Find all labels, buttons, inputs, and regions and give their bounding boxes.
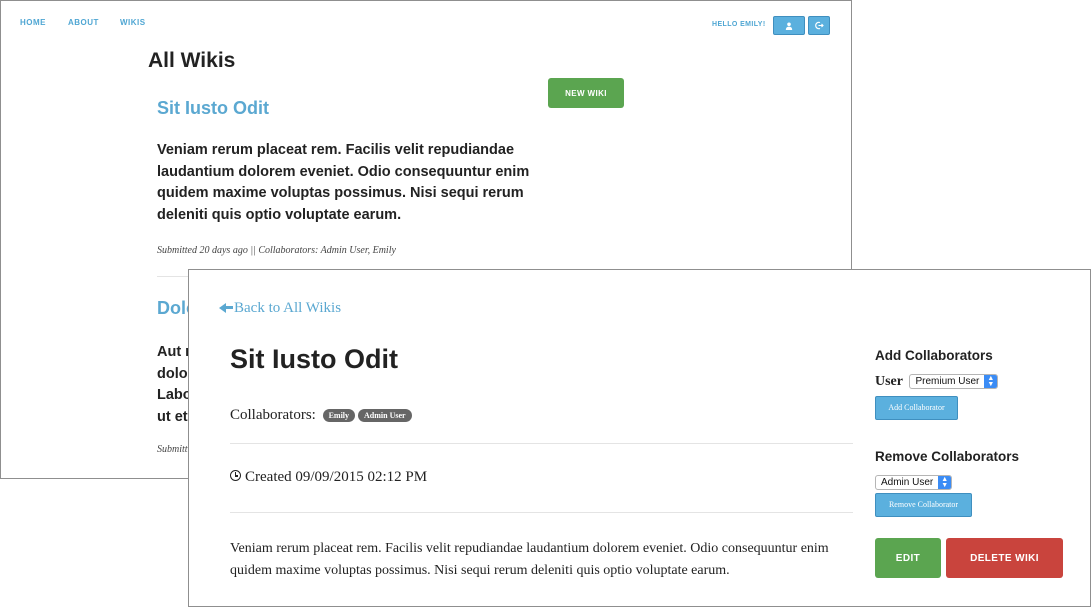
divider	[230, 443, 853, 444]
nav-wikis-link[interactable]: WIKIS	[120, 18, 146, 27]
back-link-label: Back to All Wikis	[234, 300, 342, 316]
greeting-text: HELLO EMILY!	[712, 21, 766, 28]
nav-home-link[interactable]: HOME	[20, 18, 46, 27]
add-collaborators-heading: Add Collaborators	[875, 348, 993, 363]
sign-out-icon	[814, 21, 824, 30]
page-title: All Wikis	[148, 49, 236, 72]
created-timestamp: Created 09/09/2015 02:12 PM	[245, 469, 428, 485]
collaborators-row: Collaborators: Emily Admin User	[230, 407, 412, 424]
nav-about-link[interactable]: ABOUT	[68, 18, 99, 27]
divider	[230, 512, 853, 513]
collaborator-badge: Admin User	[358, 409, 412, 423]
wiki-meta: Submitt	[157, 444, 188, 455]
user-profile-button[interactable]	[773, 16, 805, 35]
remove-collaborators-heading: Remove Collaborators	[875, 449, 1020, 464]
collaborators-label: Collaborators:	[230, 407, 316, 423]
wiki-title: Sit Iusto Odit	[230, 344, 398, 374]
user-icon	[785, 22, 793, 30]
collaborator-badge: Emily	[322, 409, 356, 423]
wiki-excerpt: Veniam rerum placeat rem. Facilis velit …	[157, 142, 530, 223]
wiki-title-link[interactable]: Sit Iusto Odit	[157, 98, 269, 119]
add-user-select-value: Premium User	[915, 376, 980, 388]
created-row: Created 09/09/2015 02:12 PM	[230, 469, 427, 486]
delete-wiki-button[interactable]: DELETE WIKI	[946, 538, 1063, 578]
arrow-left-icon	[219, 300, 234, 316]
user-label: User	[875, 373, 903, 389]
remove-collaborator-button[interactable]: Remove Collaborator	[875, 493, 972, 517]
remove-user-select[interactable]: Admin User ▲ ▼	[875, 475, 953, 490]
edit-button[interactable]: EDIT	[875, 538, 941, 578]
add-user-select[interactable]: Premium User ▲ ▼	[909, 374, 999, 390]
add-collaborator-button[interactable]: Add Collaborator	[875, 396, 958, 420]
new-wiki-button[interactable]: NEW WIKI	[548, 78, 624, 108]
select-arrows-icon: ▲ ▼	[938, 476, 952, 489]
select-arrows-icon: ▲ ▼	[984, 375, 998, 389]
remove-user-select-value: Admin User	[881, 477, 934, 488]
wiki-detail-window: Back to All Wikis Sit Iusto Odit Collabo…	[188, 269, 1091, 607]
clock-icon	[230, 470, 241, 482]
sign-out-button[interactable]	[808, 16, 830, 35]
wiki-body: Veniam rerum placeat rem. Facilis velit …	[230, 541, 829, 578]
add-user-row: User Premium User ▲ ▼	[875, 373, 999, 391]
back-to-wikis-link[interactable]: Back to All Wikis	[219, 300, 341, 317]
wiki-meta: Submitted 20 days ago || Collaborators: …	[157, 245, 396, 256]
